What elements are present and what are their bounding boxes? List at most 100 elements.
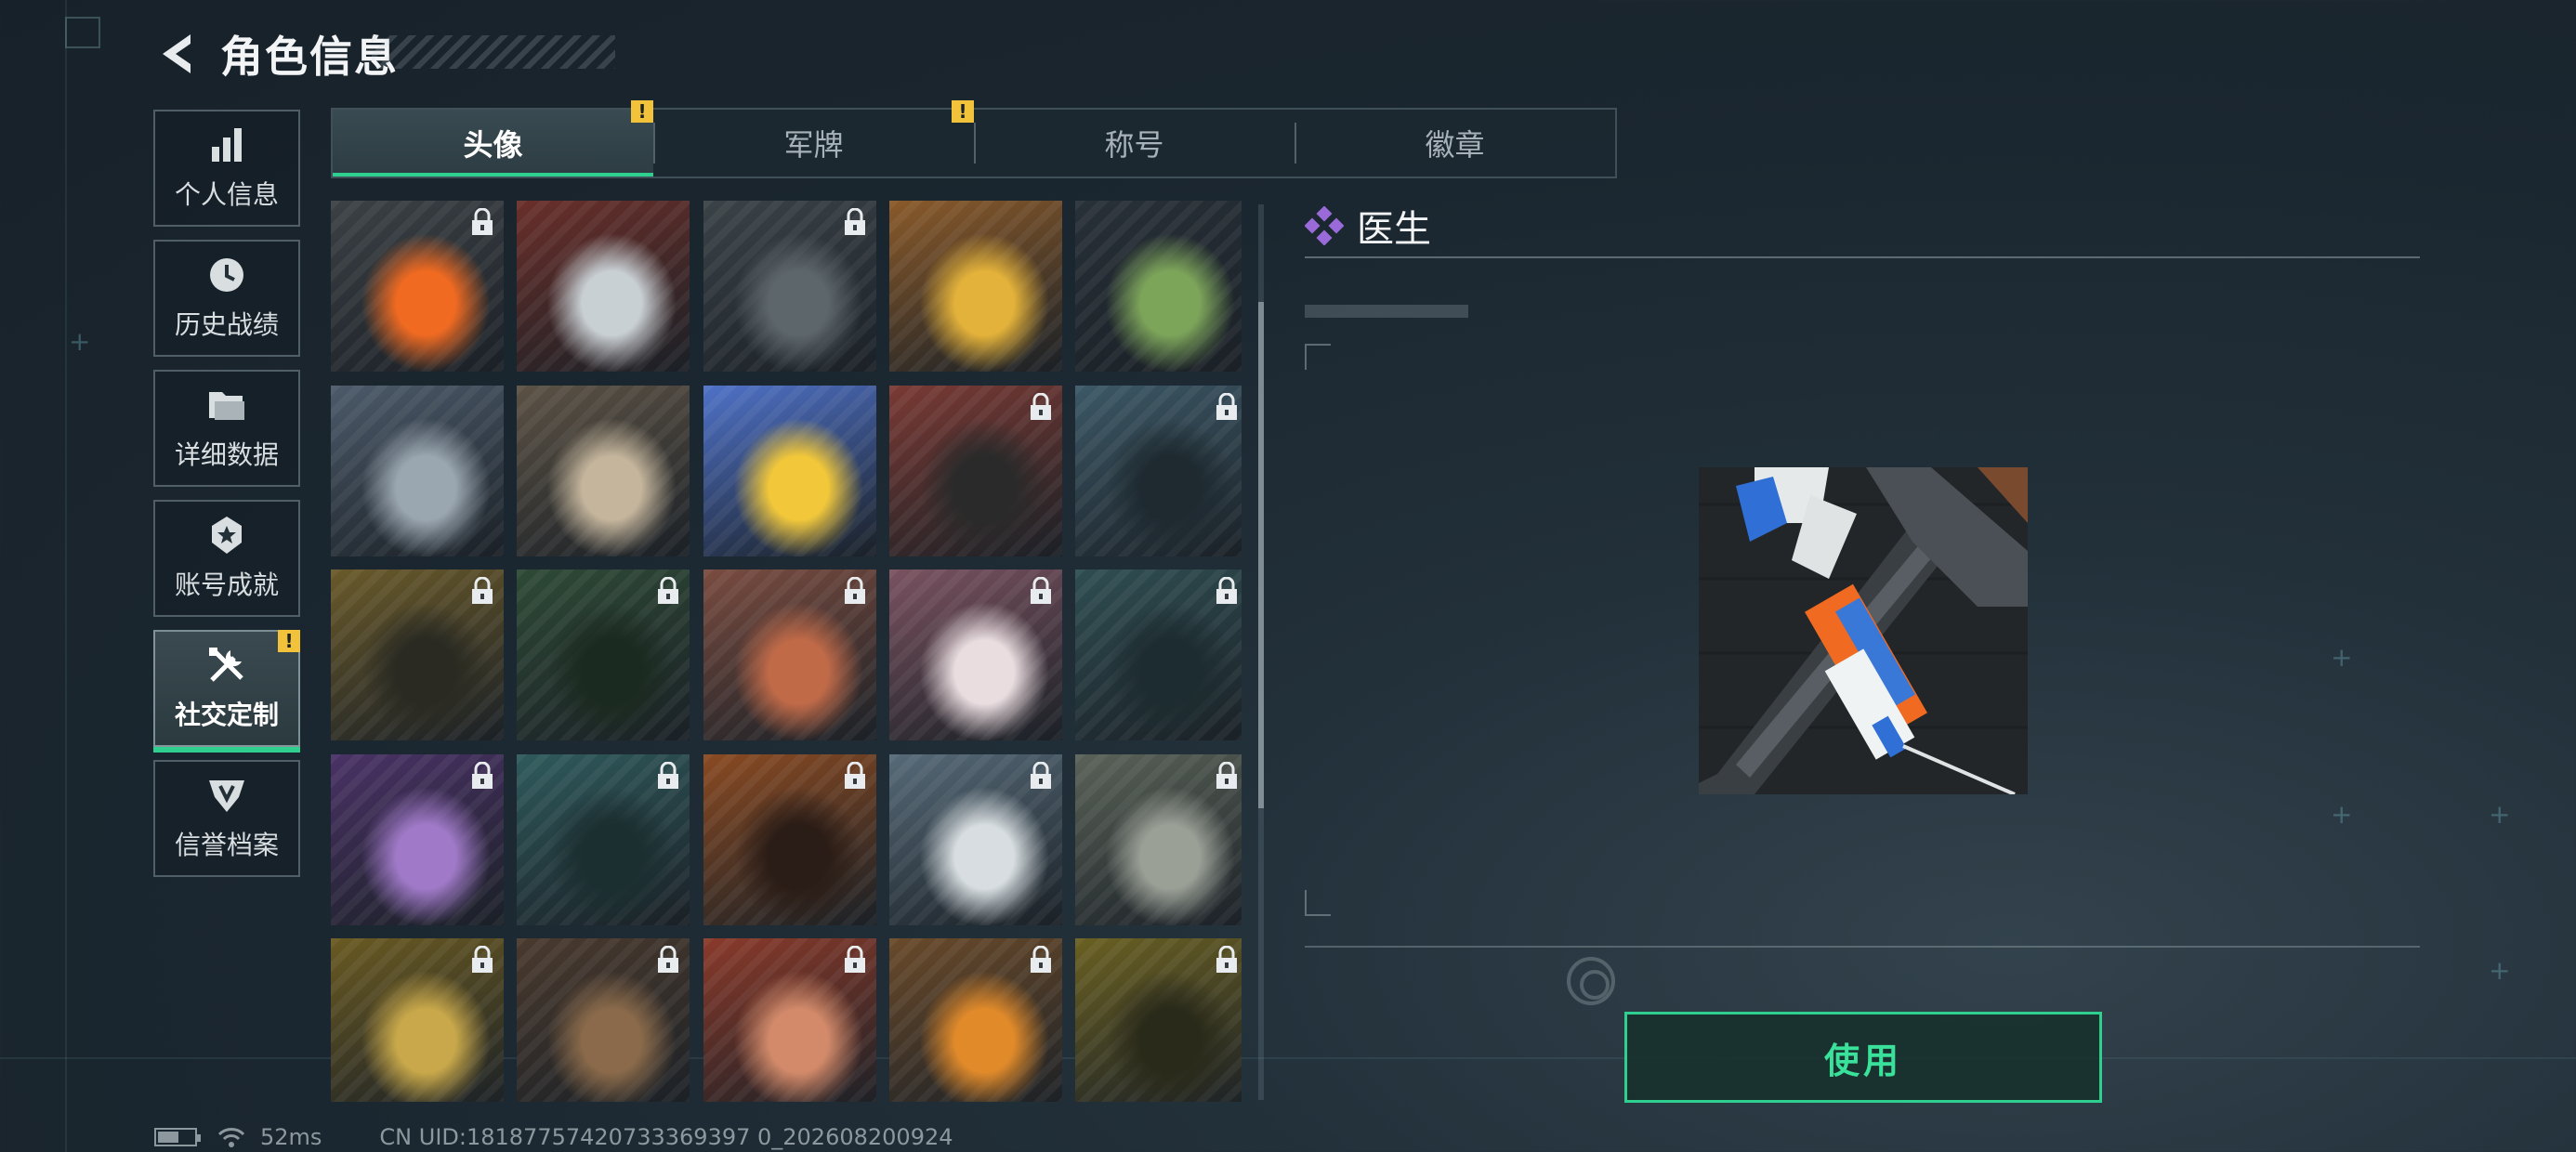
lock-icon xyxy=(843,761,867,790)
side-item-detailed-data[interactable]: 详细数据 xyxy=(153,370,300,487)
avatar-landscape-helicopter[interactable] xyxy=(1075,754,1242,925)
lock-icon xyxy=(1029,392,1053,421)
avatar-scarf-man[interactable] xyxy=(703,754,876,925)
side-item-social-custom[interactable]: ! 社交定制 xyxy=(153,630,300,753)
side-menu: 个人信息 历史战绩 详细数据 账号成就 ! 社交定制 信誉档案 xyxy=(153,110,300,890)
alert-badge: ! xyxy=(631,100,653,123)
preview-frame-corner xyxy=(1305,344,1331,370)
avatar-green-robot[interactable] xyxy=(1075,201,1242,372)
avatar-bald-operator[interactable] xyxy=(331,569,504,740)
alert-badge: ! xyxy=(952,100,974,123)
page-header: 角色信息 xyxy=(153,26,399,82)
use-button[interactable]: 使用 xyxy=(1624,1012,2102,1103)
bg-cross-mark: + xyxy=(2331,642,2353,673)
lock-icon xyxy=(1029,761,1053,790)
lock-icon xyxy=(1215,392,1239,421)
battery-icon xyxy=(154,1128,201,1146)
badge-icon xyxy=(206,515,247,556)
detail-subtitle-placeholder xyxy=(1305,305,1468,318)
lock-icon xyxy=(470,761,494,790)
lock-icon xyxy=(1215,761,1239,790)
avatar-star-emblem[interactable] xyxy=(889,754,1062,925)
tab-title[interactable]: 称号 xyxy=(974,110,1295,177)
avatar-preview-image xyxy=(1699,467,2028,794)
back-arrow-icon[interactable] xyxy=(153,28,200,80)
bg-cross-mark: + xyxy=(2331,799,2353,830)
avatar-soldier-aiming[interactable] xyxy=(331,386,504,556)
tab-avatar[interactable]: 头像 ! xyxy=(333,100,653,177)
avatar-smiling-man[interactable] xyxy=(517,569,690,740)
tab-emblem[interactable]: 徽章 xyxy=(1295,110,1615,177)
avatar-purple-woman[interactable] xyxy=(331,754,504,925)
shield-icon xyxy=(206,775,247,816)
lock-icon xyxy=(1215,576,1239,605)
avatar-cartoon-crash[interactable] xyxy=(889,201,1062,372)
detail-bottom-divider xyxy=(1305,946,2420,948)
avatar-curly-hair-man[interactable] xyxy=(1075,938,1242,1102)
side-item-label: 信誉档案 xyxy=(174,830,279,860)
avatar-masked-operator[interactable] xyxy=(517,754,690,925)
lock-icon xyxy=(1215,945,1239,974)
tab-label: 徽章 xyxy=(1425,127,1485,163)
lock-icon xyxy=(656,576,680,605)
avatar-scales-emblem[interactable] xyxy=(517,938,690,1102)
avatar-helmet-soldier[interactable] xyxy=(703,569,876,740)
avatar-eri-globe[interactable] xyxy=(889,938,1062,1102)
avatar-grid xyxy=(331,201,1242,1102)
grid-scrollbar[interactable] xyxy=(1258,204,1264,1100)
side-item-label: 历史战绩 xyxy=(174,309,279,340)
avatar-tower[interactable] xyxy=(703,201,876,372)
avatar-white-hair-woman[interactable] xyxy=(889,569,1062,740)
tab-label: 军牌 xyxy=(783,127,844,163)
bg-cross-mark: + xyxy=(69,326,91,357)
preview-frame-corner xyxy=(1305,890,1331,916)
ring-icon xyxy=(1567,957,1615,1005)
uid-text: CN UID:18187757420733369397 0_2026082009… xyxy=(379,1124,953,1150)
avatar-treasure-map[interactable] xyxy=(517,386,690,556)
category-tabs: 头像 ! 军牌 ! 称号 徽章 xyxy=(331,100,1617,178)
side-item-personal-info[interactable]: 个人信息 xyxy=(153,110,300,227)
avatar-red-hair-woman[interactable] xyxy=(703,938,876,1102)
avatar-artwork xyxy=(889,201,1062,372)
avatar-artwork xyxy=(1075,201,1242,372)
lock-icon xyxy=(843,945,867,974)
detail-header: 医生 xyxy=(1304,200,1431,252)
tab-dog-tag[interactable]: 军牌 ! xyxy=(653,100,974,177)
tab-label: 头像 xyxy=(463,127,523,163)
lock-icon xyxy=(1029,576,1053,605)
avatar-glasses-man[interactable] xyxy=(1075,569,1242,740)
avatar-yellow-mascot[interactable] xyxy=(703,386,876,556)
corner-frame-decoration xyxy=(65,17,100,48)
bar-chart-icon xyxy=(206,124,247,165)
side-item-reputation[interactable]: 信誉档案 xyxy=(153,760,300,877)
tab-label: 称号 xyxy=(1104,127,1164,163)
detail-item-name: 医生 xyxy=(1357,208,1431,251)
side-item-label: 个人信息 xyxy=(174,179,279,210)
avatar-mascot-eating[interactable] xyxy=(331,938,504,1102)
avatar-artwork xyxy=(331,386,504,556)
ping-text: 52ms xyxy=(260,1124,322,1150)
lock-icon xyxy=(656,945,680,974)
alert-badge: ! xyxy=(278,630,300,652)
lock-icon xyxy=(470,207,494,236)
bg-cross-mark: + xyxy=(2489,955,2511,986)
avatar-artwork xyxy=(517,386,690,556)
lock-icon xyxy=(470,576,494,605)
lock-icon xyxy=(843,207,867,236)
avatar-bearded-operator[interactable] xyxy=(889,386,1062,556)
lock-icon xyxy=(1029,945,1053,974)
folder-icon xyxy=(206,385,247,425)
bg-cross-mark: + xyxy=(2489,799,2511,830)
avatar-artwork xyxy=(517,201,690,372)
status-bar: 52ms CN UID:18187757420733369397 0_20260… xyxy=(154,1124,953,1150)
avatar-number-6-shield[interactable] xyxy=(517,201,690,372)
wifi-icon xyxy=(217,1126,245,1148)
side-item-history[interactable]: 历史战绩 xyxy=(153,240,300,357)
side-item-achievements[interactable]: 账号成就 xyxy=(153,500,300,617)
purple-diamond-icon xyxy=(1304,205,1345,246)
tools-icon xyxy=(206,645,247,686)
avatar-pilot-woman[interactable] xyxy=(1075,386,1242,556)
detail-divider xyxy=(1305,256,2420,258)
avatar-syringe-gun[interactable] xyxy=(331,201,504,372)
scrollbar-thumb[interactable] xyxy=(1258,302,1264,808)
